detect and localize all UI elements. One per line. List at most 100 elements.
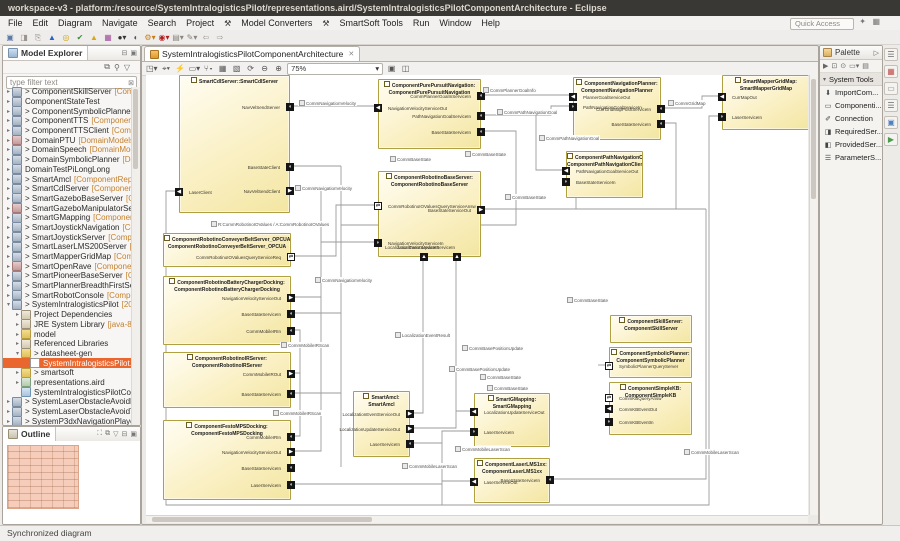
edge[interactable] [479, 115, 566, 170]
tree-item-jre-system-library[interactable]: ▸JRE System Library[java-8-openjdk-am [3, 320, 132, 330]
port-BaseStateServiceIn[interactable]: ◖ [477, 128, 485, 136]
port-CurrMapOut[interactable]: ◀ [718, 93, 726, 101]
close-tab-icon[interactable]: ✕ [348, 50, 354, 58]
outline-toolbar-icon[interactable]: ▣ [130, 430, 137, 438]
palette-toolbar-icon[interactable]: ⊡ [831, 62, 837, 70]
toolbar-icon-12[interactable]: ▤▾ [172, 32, 184, 43]
palette-toolbar-icon[interactable]: ▭▾ [849, 62, 859, 70]
palette-tool-connection[interactable]: ✐Connection [820, 112, 882, 125]
clear-filter-icon[interactable]: ⊠ [126, 79, 136, 87]
tree-item-systemintralogisticspilot[interactable]: ▾> SystemIntralogisticsPilot[20181123-D [3, 300, 132, 310]
edge[interactable] [408, 255, 456, 428]
component-symbolicplanner[interactable]: ComponentSymbolicPlanner:ComponentSymbol… [609, 347, 692, 378]
tree-item-componentttsclient[interactable]: ▸> ComponentTTSClient[ComponentRep [3, 126, 132, 136]
component-festompsdocking[interactable]: ComponentFestoMPSDocking:ComponentFestoM… [163, 420, 291, 500]
tree-item-systemlaserobstacleavoidtiagogaze[interactable]: ▸> SystemLaserObstacleAvoidTiagoGaze [3, 407, 132, 417]
editor-toolbar-icon-0[interactable]: ◳▾ [146, 64, 158, 73]
port-LocalizationEventServiceOut[interactable]: ▶ [406, 410, 414, 418]
component-smartmappergridmap[interactable]: SmartMapperGridMap:SmartMapperGridMap◀Cu… [722, 75, 808, 130]
menu-tool-icon[interactable]: ⚒ [317, 19, 334, 28]
toolbar-icon-14[interactable]: ⇦ [200, 32, 212, 43]
port-LocalizationUpdateServiceIn[interactable]: ▲ [453, 253, 461, 261]
component-simplekb[interactable]: ComponentSimpleKB:ComponentSimpleKB⇄Comm… [609, 382, 692, 435]
palette-tool-importcom[interactable]: ⬇ImportCom... [820, 86, 882, 99]
tree-item-smartgazebomanipulatorserver[interactable]: ▸> SmartGazeboManipulatorServer[Com [3, 203, 132, 213]
toolbar-icon-13[interactable]: ✎▾ [186, 32, 198, 43]
palette-toolbar-icon[interactable]: ▶ [823, 62, 828, 70]
tree-item-smartgazebobaseserver[interactable]: ▸> SmartGazeboBaseServer[Component [3, 194, 132, 204]
port-LaserServiceIn[interactable]: ◗ [470, 428, 478, 436]
editor-tab[interactable]: SystemIntralogisticsPilotComponentArchit… [144, 46, 360, 61]
panel-button[interactable]: ⊟ [122, 49, 128, 57]
editor-toolbar-icon-4[interactable]: ⑂▾ [203, 64, 214, 73]
toolbar-icon-3[interactable]: ▲ [46, 32, 58, 43]
component-smartamcl[interactable]: SmartAmcl:SmartAmcl▶LocalizationEventSer… [353, 391, 410, 457]
tree-item-systemintralogisticspilot-skills-json[interactable]: SystemIntralogisticsPilot.skills.json [3, 358, 132, 368]
palette-toolbar-icon[interactable]: ⊙ [840, 62, 846, 70]
toolbar-icon-1[interactable]: ◨ [18, 32, 30, 43]
explorer-scrollbar[interactable] [131, 87, 140, 425]
port-CommMobileIRIn[interactable]: ◖ [287, 327, 295, 335]
port-LocalizationEventServiceIn[interactable]: ▲ [420, 253, 428, 261]
outline-toolbar-icon[interactable]: ⛶ [97, 430, 102, 438]
port-NavigationVelocityServiceOut[interactable]: ◀ [374, 104, 382, 112]
editor-toolbar-icon-6[interactable]: ▧ [231, 64, 242, 73]
toolbar-icon-2[interactable]: ⎘ [32, 32, 44, 43]
menu-edit[interactable]: Edit [28, 18, 54, 28]
tree-item-smartplannerbreadthfirstsearch[interactable]: ▸> SmartPlannerBreadthFirstSearch[Co [3, 281, 132, 291]
tree-item-systemintralogisticspilotcomponenta[interactable]: SystemIntralogisticsPilotComponentA [3, 387, 132, 397]
toolbar-icon-4[interactable]: ◎ [60, 32, 72, 43]
menu-help[interactable]: Help [476, 18, 505, 28]
toolbar-icon-10[interactable]: ⚙▾ [144, 32, 156, 43]
tree-item-domaintestpilonglong[interactable]: ▸DomainTestPiLongLong [3, 165, 132, 175]
component-robotinobaseserver[interactable]: ComponentRobotinoBaseServer:ComponentRob… [378, 171, 481, 257]
edge[interactable] [442, 431, 474, 481]
port-CommMobileIRIn[interactable]: ◖ [287, 433, 295, 441]
tree-item-smartamcl[interactable]: ▸> SmartAmcl[ComponentRepository ma [3, 174, 132, 184]
editor-toolbar-right-icon-1[interactable]: ◫ [400, 64, 411, 73]
view-toolbar-icon[interactable]: ▽ [124, 63, 130, 72]
menu-search[interactable]: Search [143, 18, 182, 28]
edge[interactable] [552, 209, 706, 479]
port-NavigationVelocityServiceOut[interactable]: ▶ [287, 448, 295, 456]
palette-collapse-icon[interactable]: ▷ [874, 49, 879, 57]
port-CommRobotinoIOValuesQueryServiceAnsw[interactable]: ⇄ [374, 202, 382, 210]
palette-tool-componenti[interactable]: ▭Componenti... [820, 99, 882, 112]
toolbar-icon-11[interactable]: ◉▾ [158, 32, 170, 43]
port-LocalizationUpdateServiceOut[interactable]: ▶ [406, 425, 414, 433]
tree-item-domainspeech[interactable]: ▸> DomainSpeech[DomainModelsRepos [3, 145, 132, 155]
component-robotinoirserver[interactable]: ComponentRobotinoIRServer:ComponentRobot… [163, 352, 291, 408]
component-laserlms1xx[interactable]: ComponentLaserLMS1xx:ComponentLaserLMS1x… [474, 458, 550, 503]
port-LaserServiceOut[interactable]: ◀ [470, 478, 478, 486]
tree-item-smartjoystickserver[interactable]: ▸> SmartJoystickServer[ComponentRep [3, 232, 132, 242]
port-BaseStateServiceIn[interactable]: ◖ [657, 120, 665, 128]
tree-item-componentstatetest[interactable]: ▸ComponentStateTest [3, 97, 132, 107]
tree-item-componentskillserver[interactable]: ▸> ComponentSkillServer[ComponentRe [3, 87, 132, 97]
outline-toolbar-icon[interactable]: ⊟ [122, 430, 128, 438]
tree-item-componenttts[interactable]: ▸> ComponentTTS[ComponentReposito [3, 116, 132, 126]
port-CommKBEventIn[interactable]: ◗ [605, 418, 613, 426]
fast-view-icon-4[interactable]: ▣ [884, 116, 898, 129]
editor-toolbar-icon-8[interactable]: ⊖ [259, 64, 270, 73]
port-BaseStateServiceIn[interactable]: ◖ [287, 310, 295, 318]
tree-item-model[interactable]: ▸model [3, 329, 132, 339]
fast-view-icon-2[interactable]: ▭ [884, 82, 898, 95]
outline-toolbar-icon[interactable]: ⧉ [105, 430, 110, 438]
canvas-hscrollbar[interactable] [146, 515, 808, 523]
edge[interactable] [659, 123, 676, 209]
menu-model-converters[interactable]: Model Converters [236, 18, 317, 28]
perspective-icon[interactable]: ▦ [872, 17, 880, 26]
component-conveyerbeltserver[interactable]: ComponentRobotinoConveyerBeltServer_OPCU… [163, 233, 291, 267]
port-PathNavigationGoalServiceIn[interactable]: ◖ [477, 112, 485, 120]
component-purepursuitnavigation[interactable]: ComponentPurePursuitNavigation:Component… [378, 79, 481, 149]
port-NavigationVelocityServiceIn[interactable]: ◗ [374, 239, 382, 247]
tree-item-referenced-libraries[interactable]: ▸Referenced Libraries [3, 339, 132, 349]
editor-toolbar-icon-1[interactable]: ⌖▾ [161, 64, 172, 74]
palette-group-system-tools[interactable]: ▾ System Tools [820, 73, 882, 86]
palette-tool-requiredser[interactable]: ◨RequiredSer... [820, 125, 882, 138]
menu-smartsoft-tools[interactable]: SmartSoft Tools [335, 18, 408, 28]
port-CommMobileIROut[interactable]: ▶ [287, 370, 295, 378]
editor-toolbar-right-icon-0[interactable]: ▣ [386, 64, 397, 73]
menu-navigate[interactable]: Navigate [97, 18, 143, 28]
fast-view-icon-3[interactable]: ☰ [884, 99, 898, 112]
